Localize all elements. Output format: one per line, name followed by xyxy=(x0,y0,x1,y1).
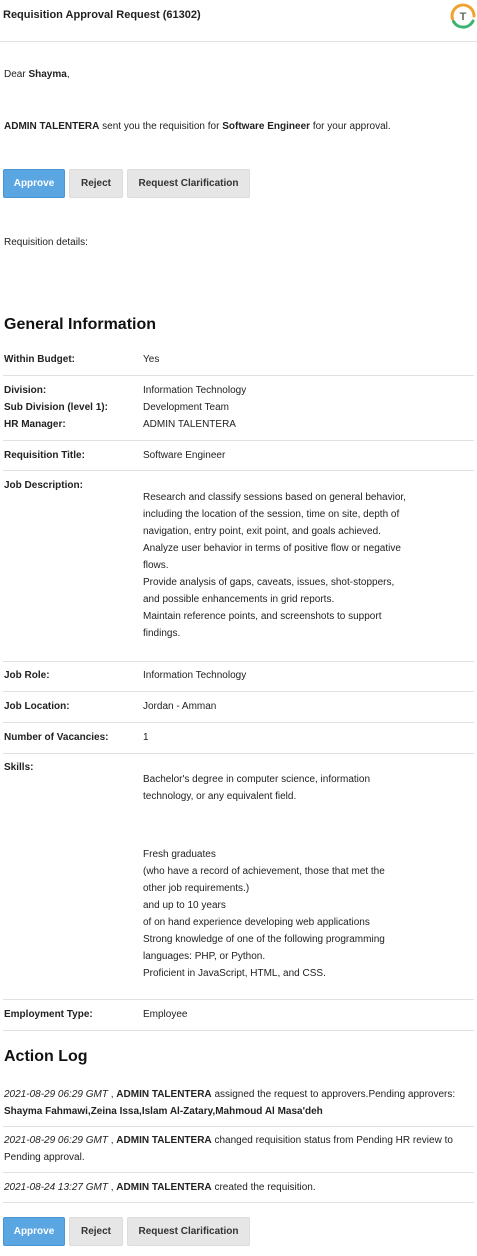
job-description-label: Job Description: xyxy=(4,480,83,491)
within-budget-value: Yes xyxy=(143,354,160,365)
divider xyxy=(3,661,474,662)
division-value: Information Technology xyxy=(143,385,247,396)
log-entry: 2021-08-24 13:27 GMT , ADMIN TALENTERA c… xyxy=(4,1182,316,1193)
skills-value-experience: Fresh graduates (who have a record of ac… xyxy=(143,849,385,979)
vacancies-value: 1 xyxy=(143,732,149,743)
divider xyxy=(3,375,474,376)
divider xyxy=(3,999,474,1000)
subdivision-value: Development Team xyxy=(143,402,229,413)
divider xyxy=(3,1126,474,1127)
divider xyxy=(3,1030,474,1031)
requisition-details-label: Requisition details: xyxy=(4,237,88,248)
page-title: Requisition Approval Request (61302) xyxy=(3,9,201,21)
talentera-logo-icon: T xyxy=(450,3,476,29)
requisition-title-label: Requisition Title: xyxy=(4,450,85,461)
subdivision-label: Sub Division (level 1): xyxy=(4,402,108,413)
skills-value-education: Bachelor's degree in computer science, i… xyxy=(143,774,371,802)
employment-type-value: Employee xyxy=(143,1009,188,1020)
divider xyxy=(3,470,474,471)
divider xyxy=(3,753,474,754)
divider xyxy=(3,440,474,441)
request-clarification-button[interactable]: Request Clarification xyxy=(127,169,250,198)
division-label: Division: xyxy=(4,385,47,396)
request-clarification-button[interactable]: Request Clarification xyxy=(127,1217,250,1246)
job-role-label: Job Role: xyxy=(4,670,50,681)
hr-manager-label: HR Manager: xyxy=(4,419,66,430)
log-entry: 2021-08-29 06:29 GMT , ADMIN TALENTERA c… xyxy=(4,1135,453,1163)
divider xyxy=(3,722,474,723)
reject-button[interactable]: Reject xyxy=(69,169,123,198)
skills-label: Skills: xyxy=(4,762,34,773)
reject-button[interactable]: Reject xyxy=(69,1217,123,1246)
divider xyxy=(3,1202,474,1203)
approve-button[interactable]: Approve xyxy=(3,1217,65,1246)
log-entry: 2021-08-29 06:29 GMT , ADMIN TALENTERA a… xyxy=(4,1089,456,1117)
general-information-heading: General Information xyxy=(4,316,157,333)
job-role-value: Information Technology xyxy=(143,670,247,681)
hr-manager-value: ADMIN TALENTERA xyxy=(143,419,236,430)
requisition-title-value: Software Engineer xyxy=(143,450,226,461)
vacancies-label: Number of Vacancies: xyxy=(4,732,109,743)
email-header: Requisition Approval Request (61302) T xyxy=(0,0,477,42)
action-log-heading: Action Log xyxy=(4,1048,88,1065)
intro-text: ADMIN TALENTERA sent you the requisition… xyxy=(4,121,391,132)
employment-type-label: Employment Type: xyxy=(4,1009,93,1020)
within-budget-label: Within Budget: xyxy=(4,354,76,365)
approve-button[interactable]: Approve xyxy=(3,169,65,198)
svg-text:T: T xyxy=(460,11,467,23)
job-location-value: Jordan - Amman xyxy=(143,701,217,712)
greeting: Dear Shayma, xyxy=(4,69,70,80)
job-description-value: Research and classify sessions based on … xyxy=(143,492,406,639)
divider xyxy=(3,1172,474,1173)
job-location-label: Job Location: xyxy=(4,701,70,712)
divider xyxy=(3,691,474,692)
recipient-name: Shayma xyxy=(28,69,67,80)
